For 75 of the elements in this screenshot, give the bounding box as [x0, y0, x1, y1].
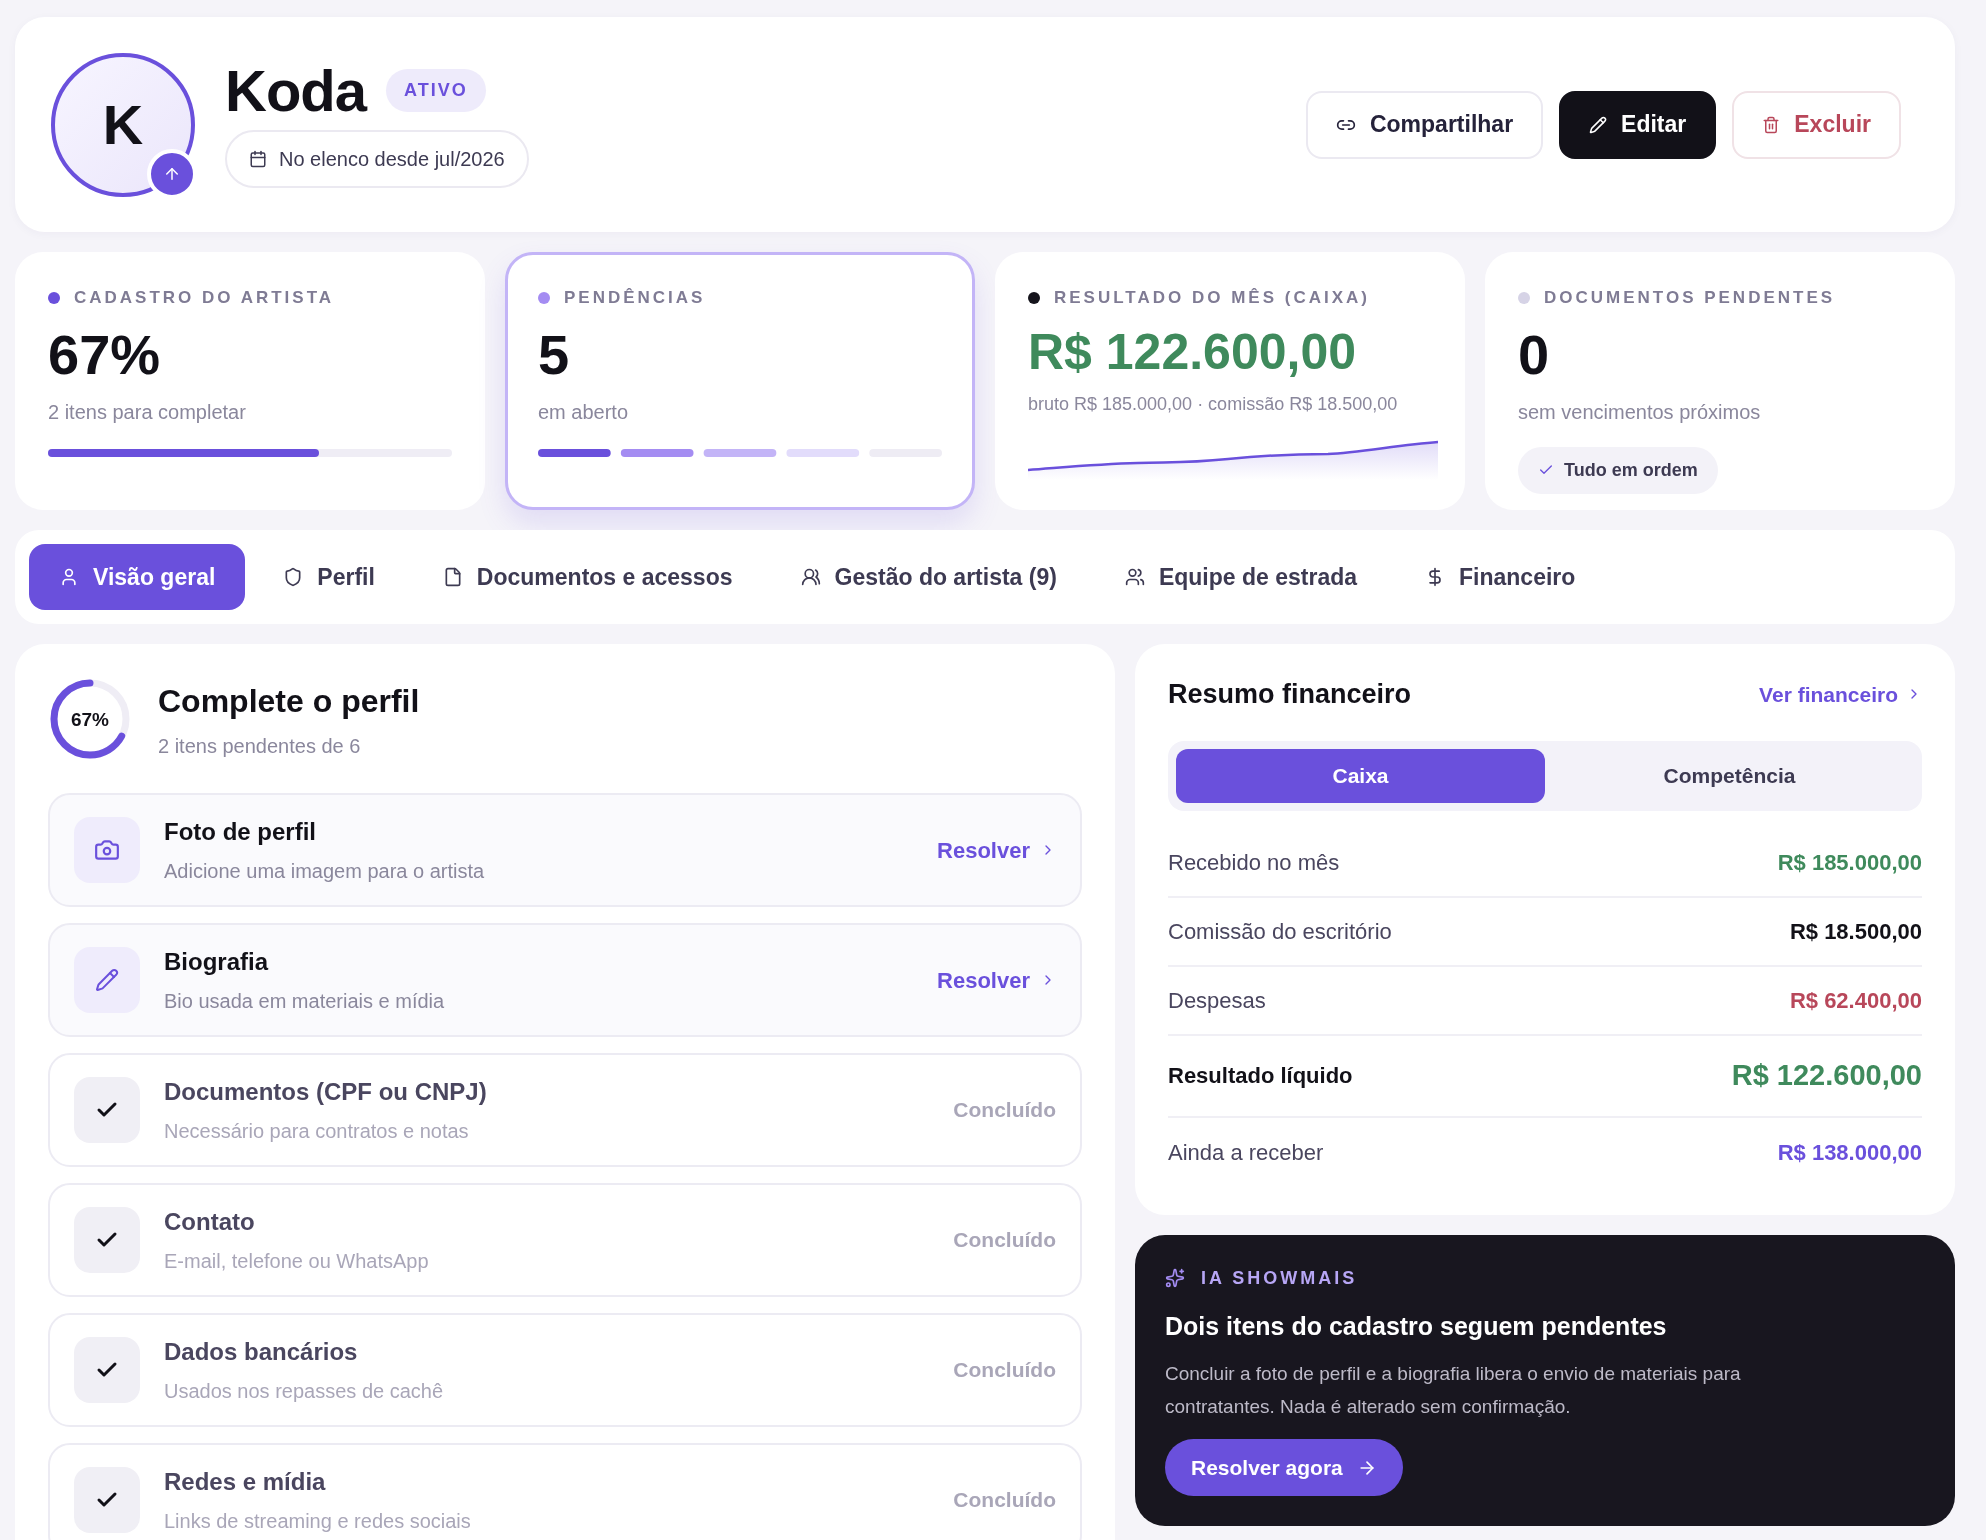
tab[interactable]: Documentos e acessos	[412, 544, 763, 610]
ai-text: Concluir a foto de perfil e a biografia libera o envio de materiais para contratantes. Nada é alterado sem confirmação.	[1165, 1362, 1742, 1419]
stat-subtitle: 2 itens para completar	[48, 399, 247, 425]
stat-label: CADASTRO DO ARTISTA	[74, 287, 335, 309]
item-subtitle: Links de streaming e redes sociais	[164, 1509, 471, 1534]
item-subtitle: E-mail, telefone ou WhatsApp	[164, 1249, 429, 1274]
row-label: Recebido no mês	[1168, 848, 1340, 877]
stat-value: 0	[1518, 326, 1551, 383]
stat-subtitle: em aberto	[538, 399, 630, 425]
item-title: Redes e mídia	[164, 1467, 327, 1497]
stat-value: 5	[538, 326, 571, 383]
ai-label: IA SHOWMAIS	[1201, 1266, 1358, 1290]
action-button[interactable]: Compartilhar	[1305, 90, 1544, 159]
row-label: Resultado líquido	[1168, 1062, 1353, 1090]
mode-tab[interactable]: Competência	[1545, 748, 1914, 803]
done-label: Concluído	[953, 1097, 1056, 1124]
item-title: Contato	[164, 1207, 256, 1237]
row-label: Ainda a receber	[1168, 1138, 1324, 1167]
users-icon	[1124, 567, 1145, 587]
stat-label: PENDÊNCIAS	[564, 287, 706, 309]
tab[interactable]: Gestão do artista (9)	[770, 544, 1087, 610]
stat-label: DOCUMENTOS PENDENTES	[1544, 287, 1836, 309]
artist-name: Koda	[225, 61, 366, 120]
tab[interactable]: Financeiro	[1395, 544, 1606, 610]
stat-value: R$ 122.600,00	[1028, 326, 1358, 377]
row-value: R$ 122.600,00	[1731, 1057, 1922, 1093]
resolve-now-button[interactable]: Resolver agora	[1165, 1439, 1403, 1496]
done-label: Concluído	[953, 1487, 1056, 1514]
row-value: R$ 138.000,00	[1777, 1138, 1922, 1167]
resolve-link[interactable]: Resolver	[937, 963, 1056, 997]
stat-value: 67%	[48, 326, 162, 383]
row-value: R$ 62.400,00	[1789, 986, 1922, 1015]
tab[interactable]: Visão geral	[29, 544, 246, 610]
row-value: R$ 18.500,00	[1789, 917, 1922, 946]
users-icon	[800, 567, 821, 587]
action-button[interactable]: Excluir	[1732, 90, 1901, 159]
user-icon	[59, 567, 79, 587]
stat-subtitle: bruto R$ 185.000,00 · comissão R$ 18.500,00	[1028, 392, 1399, 416]
item-title: Foto de perfil	[164, 817, 317, 847]
stat-label: RESULTADO DO MÊS (CAIXA)	[1054, 287, 1370, 309]
row-value: R$ 185.000,00	[1777, 848, 1922, 877]
calendar-icon	[249, 149, 267, 168]
item-title: Documentos (CPF ou CNPJ)	[164, 1077, 487, 1107]
resolve-link[interactable]: Resolver	[937, 833, 1056, 867]
section-title: Complete o perfil	[158, 682, 420, 721]
tab[interactable]: Equipe de estrada	[1094, 544, 1388, 610]
item-title: Dados bancários	[164, 1337, 359, 1367]
done-label: Concluído	[953, 1227, 1056, 1254]
trash-icon	[1762, 115, 1781, 134]
section-subtitle: 2 itens pendentes de 6	[158, 734, 362, 759]
row-label: Despesas	[1168, 986, 1266, 1015]
status-badge: ATIVO	[386, 69, 486, 112]
item-subtitle: Adicione uma imagem para o artista	[164, 859, 485, 884]
stat-subtitle: sem vencimentos próximos	[1518, 399, 1762, 425]
avatar: K	[51, 52, 195, 197]
pencil-icon	[1589, 115, 1608, 134]
mode-tab[interactable]: Caixa	[1176, 748, 1545, 803]
finance-link[interactable]: Ver financeiro	[1759, 678, 1922, 710]
ai-title: Dois itens do cadastro seguem pendentes	[1165, 1310, 1668, 1342]
tab[interactable]: Perfil	[253, 544, 405, 610]
ring-percent: 67%	[71, 709, 109, 729]
item-subtitle: Necessário para contratos e notas	[164, 1119, 470, 1144]
card-title: Resumo financeiro	[1168, 678, 1412, 711]
shield-icon	[283, 567, 304, 587]
item-title: Biografia	[164, 947, 270, 977]
status-pill: Tudo em ordem	[1518, 446, 1718, 494]
camera-icon	[94, 837, 120, 863]
done-label: Concluído	[953, 1357, 1056, 1384]
pencil-icon	[95, 968, 119, 992]
row-label: Comissão do escritório	[1168, 917, 1392, 946]
sparkle-icon	[1165, 1268, 1185, 1288]
since-pill: No elenco desde jul/2026	[225, 129, 529, 188]
item-subtitle: Usados nos repasses de cachê	[164, 1379, 444, 1404]
action-button[interactable]: Editar	[1559, 90, 1717, 159]
item-subtitle: Bio usada em materiais e mídia	[164, 989, 445, 1014]
